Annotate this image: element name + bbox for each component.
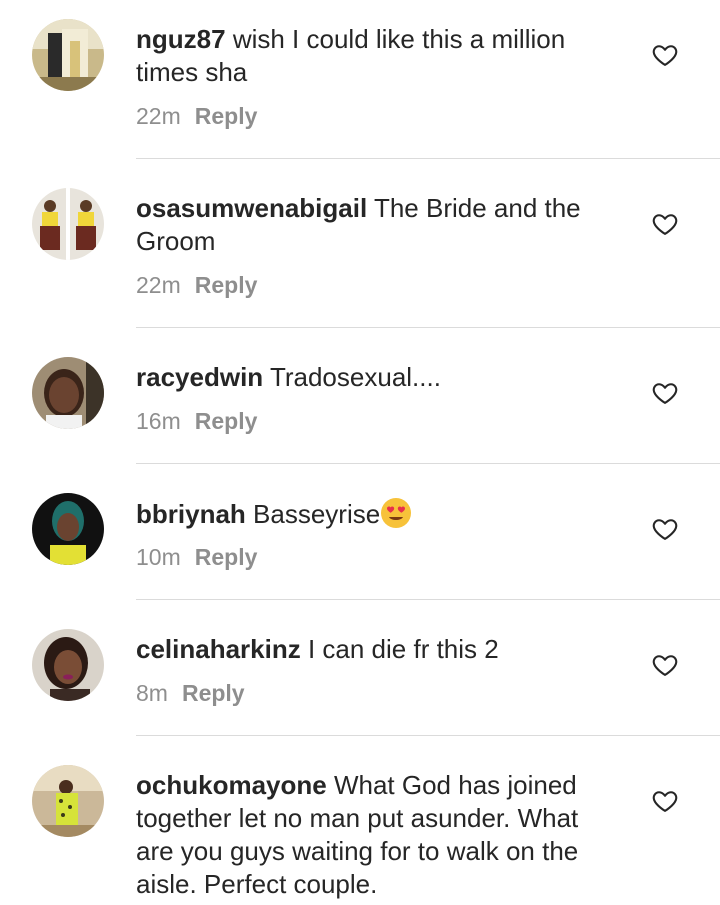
comment-username[interactable]: celinaharkinz: [136, 634, 301, 664]
avatar[interactable]: [32, 19, 104, 91]
comment-username[interactable]: osasumwenabigail: [136, 193, 367, 223]
user-avatar-photo-icon: [32, 765, 104, 837]
comment-username[interactable]: nguz87: [136, 24, 226, 54]
heart-outline-icon[interactable]: [651, 210, 679, 238]
comment-body: I can die fr this 2: [307, 634, 499, 664]
divider: [136, 735, 720, 736]
user-avatar-photo-icon: [32, 493, 104, 565]
comment-body: Basseyrise: [253, 499, 381, 529]
avatar[interactable]: [32, 188, 104, 260]
comment-timestamp: 22m: [136, 103, 181, 129]
heart-outline-icon[interactable]: [651, 651, 679, 679]
user-avatar-photo-icon: [32, 629, 104, 701]
comment-text: nguz87 wish I could like this a million …: [136, 23, 616, 89]
avatar[interactable]: [32, 629, 104, 701]
comment-timestamp: 16m: [136, 408, 181, 434]
comment-meta: 22m Reply: [136, 271, 257, 299]
heart-eyes-emoji-icon: [381, 498, 412, 528]
comment-username[interactable]: racyedwin: [136, 362, 263, 392]
comment-username[interactable]: ochukomayone: [136, 770, 327, 800]
comment-timestamp: 22m: [136, 272, 181, 298]
user-avatar-photo-icon: [32, 357, 104, 429]
reply-button[interactable]: Reply: [195, 103, 258, 129]
comment-timestamp: 8m: [136, 680, 168, 706]
reply-button[interactable]: Reply: [195, 544, 258, 570]
reply-button[interactable]: Reply: [195, 408, 258, 434]
comment-meta: 16m Reply: [136, 407, 257, 435]
reply-button[interactable]: Reply: [182, 680, 245, 706]
comment-text: racyedwin Tradosexual....: [136, 361, 616, 394]
avatar[interactable]: [32, 493, 104, 565]
comment-text: ochukomayone What God has joined togethe…: [136, 769, 616, 901]
heart-outline-icon[interactable]: [651, 515, 679, 543]
heart-outline-icon[interactable]: [651, 379, 679, 407]
comment-text: bbriynah Basseyrise: [136, 497, 616, 531]
heart-outline-icon[interactable]: [651, 787, 679, 815]
user-avatar-photo-icon: [32, 19, 104, 91]
comment-meta: 10m Reply: [136, 543, 257, 571]
avatar[interactable]: [32, 765, 104, 837]
comment-username[interactable]: bbriynah: [136, 499, 246, 529]
comment-meta: 22m Reply: [136, 102, 257, 130]
comment-timestamp: 10m: [136, 544, 181, 570]
reply-button[interactable]: Reply: [195, 272, 258, 298]
comment-text: osasumwenabigail The Bride and the Groom: [136, 192, 616, 258]
comment-body: Tradosexual....: [269, 362, 441, 392]
divider: [136, 158, 720, 159]
heart-outline-icon[interactable]: [651, 41, 679, 69]
divider: [136, 327, 720, 328]
avatar[interactable]: [32, 357, 104, 429]
comment-text: celinaharkinz I can die fr this 2: [136, 633, 616, 666]
user-avatar-photo-icon: [32, 188, 104, 260]
divider: [136, 599, 720, 600]
divider: [136, 463, 720, 464]
comment-meta: 8m Reply: [136, 679, 245, 707]
